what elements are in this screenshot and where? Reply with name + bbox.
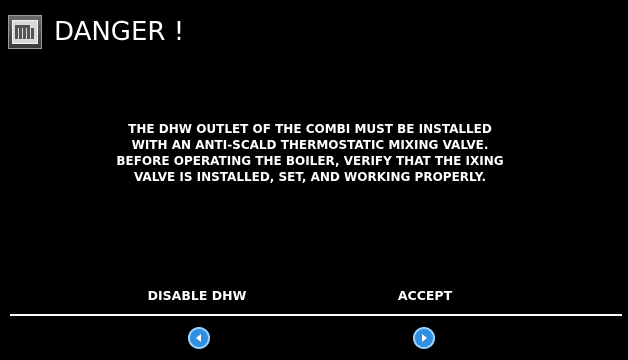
message-line: BEFORE OPERATING THE BOILER, VERIFY THAT…	[116, 154, 504, 168]
message-line: WITH AN ANTI-SCALD THERMOSTATIC MIXING V…	[131, 138, 489, 152]
disable-dhw-button[interactable]	[188, 327, 210, 349]
brand-logo-icon	[8, 15, 42, 49]
accept-label: ACCEPT	[397, 288, 453, 303]
message-line: VALVE IS INSTALLED, SET, AND WORKING PRO…	[133, 170, 487, 184]
chevron-left-icon	[196, 334, 201, 342]
message-line: THE DHW OUTLET OF THE COMBI MUST BE INST…	[128, 122, 492, 136]
accept-button[interactable]	[413, 327, 435, 349]
action-labels: DISABLE DHW ACCEPT	[0, 288, 628, 308]
divider	[10, 314, 622, 316]
header: DANGER !	[4, 14, 184, 50]
chevron-right-icon	[422, 334, 427, 342]
page-title: DANGER !	[54, 17, 185, 47]
disable-dhw-label: DISABLE DHW	[147, 288, 247, 303]
warning-message: THE DHW OUTLET OF THE COMBI MUST BE INST…	[60, 121, 560, 185]
